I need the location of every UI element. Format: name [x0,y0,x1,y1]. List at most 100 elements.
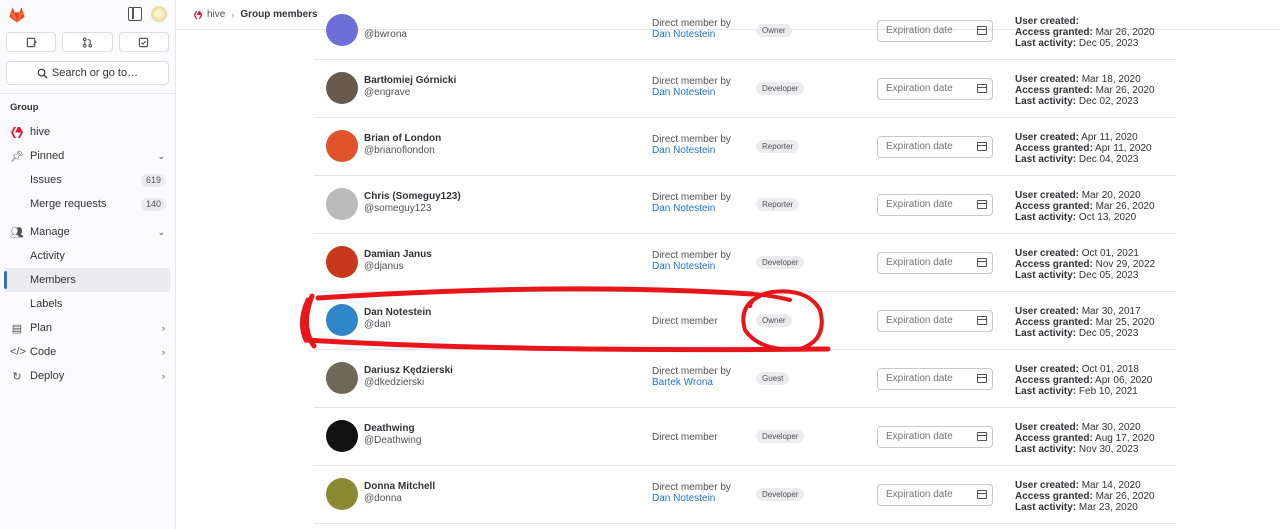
calendar-icon[interactable] [977,490,987,499]
access-granted-line: Access granted: Mar 26, 2020 [1015,201,1155,212]
sidebar-item-deploy[interactable]: ↻ Deploy › [0,364,175,388]
member-name[interactable]: Damian Janus [364,249,432,260]
member-name[interactable]: Bartłomiej Górnicki [364,75,456,86]
sidebar-item-label: Manage [30,226,70,238]
membership-source: Direct member by Dan Notestein [652,482,731,504]
expiration-date-input[interactable]: Expiration date [877,252,993,274]
member-name[interactable]: Chris (Someguy123) [364,191,461,202]
avatar[interactable] [326,362,358,394]
member-name[interactable]: Dan Notestein [364,307,431,318]
expiration-date-input[interactable]: Expiration date [877,310,993,332]
sidebar-item-code[interactable]: </> Code › [0,340,175,364]
membership-source: Direct member by Dan Notestein [652,76,731,98]
expiration-placeholder: Expiration date [886,83,953,94]
calendar-icon[interactable] [977,84,987,93]
access-granted-line: Access granted: Mar 26, 2020 [1015,27,1155,38]
source-label: Direct member by [652,18,731,29]
avatar[interactable] [326,72,358,104]
table-row: Deathwing @Deathwing Direct member Devel… [314,408,1176,466]
sidebar-item-plan[interactable]: ▤ Plan › [0,316,175,340]
issues-shortcut-button[interactable] [6,32,57,52]
access-granted-line: Access granted: Apr 11, 2020 [1015,143,1152,154]
source-user-link[interactable]: Dan Notestein [652,29,731,40]
access-granted-line: Access granted: Apr 06, 2020 [1015,375,1153,386]
source-user-link[interactable]: Dan Notestein [652,493,731,504]
sidebar-item-activity[interactable]: Activity [0,244,175,268]
avatar[interactable] [326,130,358,162]
table-row: Chris (Someguy123) @someguy123 Direct me… [314,176,1176,234]
expiration-date-input[interactable]: Expiration date [877,484,993,506]
search-button[interactable]: Search or go to… [6,61,169,85]
sidebar-item-labels[interactable]: Labels [0,292,175,316]
calendar-icon[interactable] [977,142,987,151]
expiration-date-input[interactable]: Expiration date [877,78,993,100]
calendar-icon[interactable] [977,374,987,383]
calendar-icon[interactable] [977,200,987,209]
todos-shortcut-button[interactable] [118,32,169,52]
role-badge[interactable]: Owner [756,314,792,327]
member-name[interactable]: Brian of London [364,133,441,144]
access-granted-line: Access granted: Mar 25, 2020 [1015,317,1155,328]
role-badge[interactable]: Developer [756,82,805,95]
expiration-date-input[interactable]: Expiration date [877,426,993,448]
source-user-link[interactable]: Dan Notestein [652,145,731,156]
access-granted-line: Access granted: Aug 17, 2020 [1015,433,1155,444]
last-activity-line: Last activity: Mar 23, 2020 [1015,502,1138,513]
breadcrumb-group-link[interactable]: hive [207,9,225,20]
sidebar-item-manage[interactable]: 👥︎ Manage ⌄ [0,220,175,244]
last-activity-line: Last activity: Feb 10, 2021 [1015,386,1138,397]
gitlab-logo-icon[interactable] [8,6,26,24]
calendar-icon[interactable] [977,26,987,35]
source-user-link[interactable]: Dan Notestein [652,261,731,272]
avatar[interactable] [326,188,358,220]
sidebar-item-merge-requests[interactable]: Merge requests 140 [0,192,175,216]
expiration-date-input[interactable]: Expiration date [877,136,993,158]
calendar-icon[interactable] [977,258,987,267]
merge-requests-shortcut-button[interactable] [62,32,113,52]
member-name[interactable]: Donna Mitchell [364,481,435,492]
pin-icon: 📌︎ [10,150,24,163]
avatar[interactable] [326,478,358,510]
role-badge[interactable]: Owner [756,24,792,37]
role-badge[interactable]: Developer [756,256,805,269]
calendar-icon[interactable] [977,432,987,441]
role-badge[interactable]: Guest [756,372,790,385]
role-badge[interactable]: Reporter [756,198,800,211]
role-badge[interactable]: Developer [756,430,805,443]
user-avatar[interactable] [151,6,167,22]
expiration-placeholder: Expiration date [886,315,953,326]
role-badge[interactable]: Reporter [756,140,800,153]
collapse-sidebar-icon[interactable] [128,7,142,21]
avatar[interactable] [326,304,358,336]
member-username: @someguy123 [364,203,432,214]
last-activity-line: Last activity: Dec 05, 2023 [1015,270,1139,281]
member-name[interactable]: Deathwing [364,423,415,434]
user-created-line: User created: Mar 30, 2020 [1015,422,1141,433]
sidebar-item-pinned[interactable]: 📌︎ Pinned ⌄ [0,144,175,168]
sidebar-item-members[interactable]: Members [4,268,171,292]
source-user-link[interactable]: Dan Notestein [652,203,731,214]
sidebar-header [0,0,175,30]
avatar[interactable] [326,420,358,452]
member-username: @engrave [364,87,411,98]
hive-logo-icon [11,126,23,138]
user-created-line: User created: Apr 11, 2020 [1015,132,1138,143]
member-dates: User created: Mar 14, 2020 Access grante… [1015,480,1155,513]
sidebar-item-label: Plan [30,322,53,334]
merge-requests-count-badge: 140 [140,197,166,211]
role-badge[interactable]: Developer [756,488,805,501]
source-user-link[interactable]: Dan Notestein [652,87,731,98]
expiration-date-input[interactable]: Expiration date [877,368,993,390]
member-name[interactable]: Dariusz Kędzierski [364,365,453,376]
expiration-date-input[interactable]: Expiration date [877,194,993,216]
sidebar-item-issues[interactable]: Issues 619 [0,168,175,192]
expiration-date-input[interactable]: Expiration date [877,20,993,42]
chevron-down-icon: ⌄ [157,226,165,237]
avatar[interactable] [326,246,358,278]
member-username: @Deathwing [364,435,422,446]
calendar-icon[interactable] [977,316,987,325]
sidebar-item-hive[interactable]: hive [0,120,175,144]
avatar[interactable] [326,14,358,46]
source-user-link[interactable]: Bartek Wrona [652,377,731,388]
expiration-placeholder: Expiration date [886,141,953,152]
